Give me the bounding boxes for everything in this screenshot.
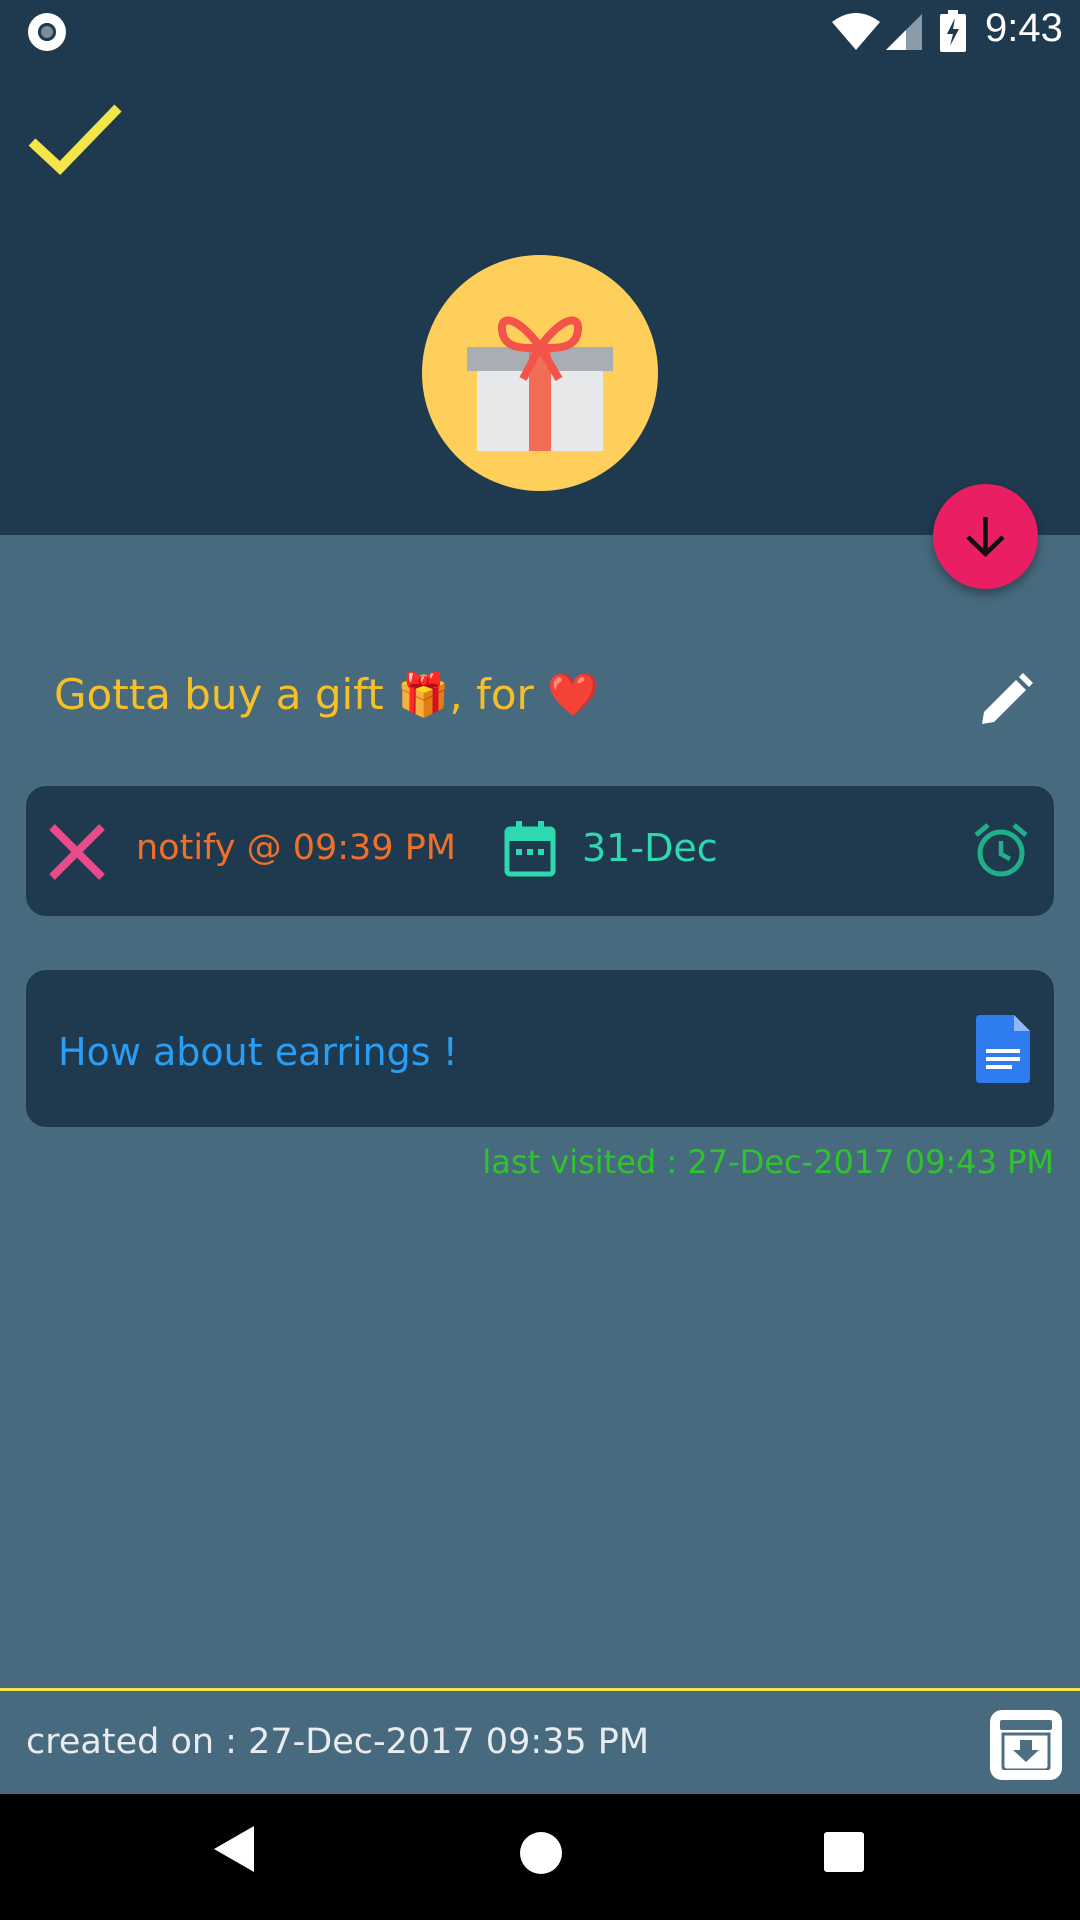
last-visited-text: last visited : 27-Dec-2017 09:43 PM [482, 1143, 1054, 1181]
note-detail-screen: 9:43 Gotta buy a gift 🎁, for ❤️ notify @… [0, 0, 1080, 1920]
notify-time-text: notify @ 09:39 PM [136, 828, 457, 868]
close-icon[interactable] [48, 823, 106, 881]
pencil-icon[interactable] [978, 672, 1034, 728]
reminder-date[interactable]: 31-Dec [582, 826, 718, 870]
header: 9:43 [0, 0, 1080, 535]
signal-icon [886, 14, 922, 50]
note-title: Gotta buy a gift 🎁, for ❤️ [54, 670, 600, 719]
alarm-clock-icon[interactable] [972, 821, 1030, 879]
arrow-down-icon [966, 517, 1005, 558]
battery-charging-icon [940, 10, 966, 52]
footer-divider [0, 1688, 1080, 1691]
reminder-card: notify @ 09:39 PM 31-Dec [26, 786, 1054, 916]
note-body-card[interactable]: How about earrings ! [26, 970, 1054, 1127]
home-icon[interactable] [520, 1832, 562, 1874]
status-time: 9:43 [985, 6, 1063, 50]
document-icon[interactable] [976, 1015, 1030, 1083]
status-bar: 9:43 [0, 0, 1080, 63]
archive-icon [1000, 1720, 1052, 1770]
recents-icon[interactable] [824, 1832, 864, 1872]
check-icon[interactable] [26, 98, 122, 178]
gift-icon [467, 316, 613, 451]
wifi-icon [832, 13, 880, 50]
archive-button[interactable] [990, 1710, 1062, 1780]
system-navigation-bar [0, 1794, 1080, 1920]
recording-indicator-icon [28, 13, 66, 51]
calendar-icon[interactable] [504, 821, 556, 877]
note-body-text: How about earrings ! [58, 1030, 458, 1074]
created-on-text: created on : 27-Dec-2017 09:35 PM [26, 1722, 650, 1762]
move-down-fab[interactable] [933, 484, 1038, 589]
category-avatar [422, 255, 658, 491]
back-icon[interactable] [212, 1824, 256, 1874]
